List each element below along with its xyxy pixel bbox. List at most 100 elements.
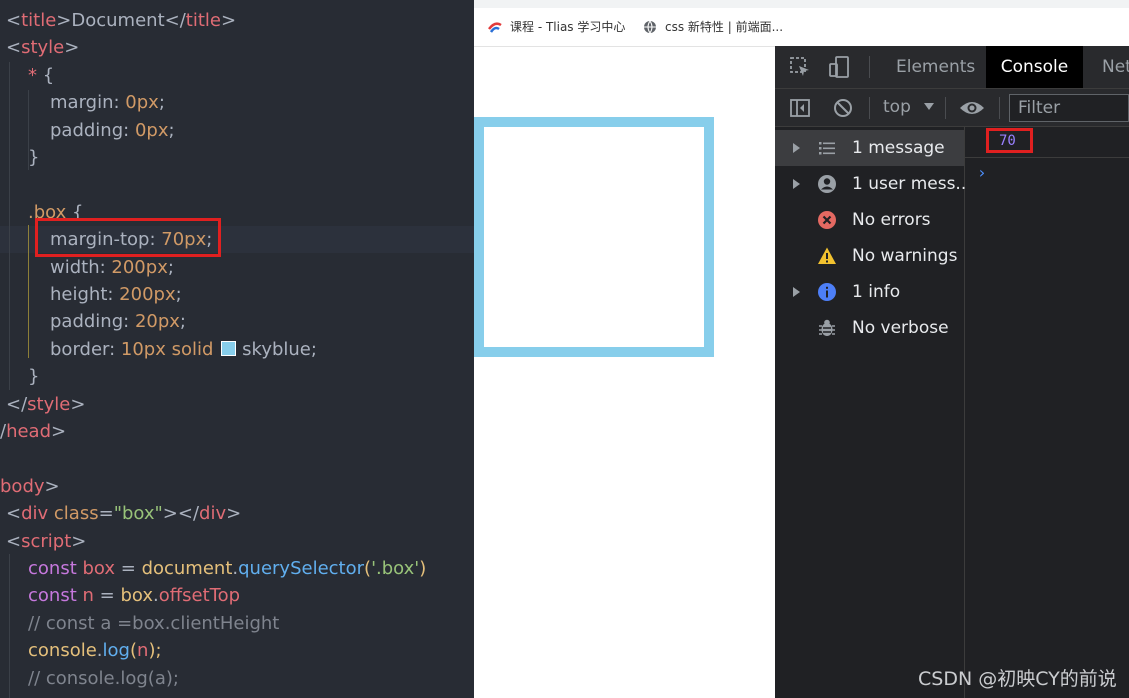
error-icon	[817, 210, 837, 230]
inspect-icon[interactable]	[789, 56, 811, 78]
list-icon	[817, 138, 837, 158]
code-token: <	[6, 530, 22, 552]
code-token: }	[28, 366, 40, 388]
code-line: height: 200px;	[0, 281, 474, 308]
tab-console[interactable]: Console	[986, 46, 1083, 88]
code-line: }	[0, 144, 474, 171]
code-token: ;	[168, 119, 175, 141]
code-token: style	[21, 37, 65, 59]
code-token: ;	[179, 311, 186, 333]
devtools-panel: Elements Console Net top Filter 1 messag…	[775, 46, 1129, 698]
code-line: const box = document.querySelector('.box…	[0, 555, 474, 582]
code-token: (	[129, 640, 138, 662]
sidebar-item-warning[interactable]: No warnings	[775, 238, 964, 274]
device-toggle-icon[interactable]	[827, 55, 851, 79]
code-token: >	[71, 530, 87, 552]
expand-arrow-icon[interactable]	[793, 143, 800, 153]
code-token: >	[64, 37, 80, 59]
sidebar-toggle-icon[interactable]	[789, 97, 811, 119]
code-token: console	[28, 640, 97, 662]
sidebar-item-label: 1 info	[852, 282, 901, 302]
code-token: ></	[162, 503, 200, 525]
code-token: }	[28, 147, 40, 168]
code-token: width:	[50, 256, 112, 278]
sidebar-item-error[interactable]: No errors	[775, 202, 964, 238]
code-token: box	[82, 558, 116, 579]
chevron-down-icon	[924, 103, 935, 110]
code-token: div	[21, 503, 49, 525]
code-token: class	[48, 503, 99, 525]
bookmark-tlias[interactable]: 课程 - Tlias 学习中心	[488, 18, 625, 35]
expand-arrow-icon[interactable]	[793, 287, 800, 297]
code-token: n	[137, 640, 149, 662]
sidebar-item-label: No errors	[852, 210, 931, 230]
code-line: // const a =box.clientHeight	[0, 610, 474, 637]
bookmark-label: css 新特性 | 前端面...	[665, 20, 784, 34]
code-token: const	[28, 585, 83, 607]
code-token: 20px	[134, 311, 180, 333]
sidebar-item-user[interactable]: 1 user mess...	[775, 166, 972, 202]
tlias-icon	[488, 22, 502, 33]
expand-arrow-icon[interactable]	[793, 179, 800, 189]
context-selector[interactable]: top	[883, 89, 935, 126]
code-token: margin:	[50, 92, 126, 114]
code-token: box	[120, 585, 153, 607]
bookmark-css[interactable]: css 新特性 | 前端面...	[643, 18, 783, 35]
color-swatch[interactable]	[221, 340, 237, 356]
code-token: {	[42, 64, 55, 86]
sidebar-item-label: 1 user mess...	[852, 174, 972, 194]
sidebar-item-list[interactable]: 1 message	[775, 130, 964, 166]
code-token: =	[93, 585, 121, 607]
code-token: >	[226, 503, 242, 525]
console-output[interactable]: 70 ›	[965, 127, 1129, 698]
demo-box	[474, 117, 714, 357]
code-token: // console.log(a);	[28, 667, 179, 689]
page-viewport	[474, 47, 775, 698]
code-line: </style>	[0, 391, 474, 418]
code-token: (	[364, 558, 372, 579]
sidebar-item-label: No verbose	[852, 318, 949, 338]
code-line: width: 200px;	[0, 254, 474, 281]
code-line: <div class="box"></div>	[0, 500, 474, 527]
code-token: 0px	[125, 92, 159, 114]
console-toolbar: top Filter	[775, 89, 1129, 127]
watermark: CSDN @初映CY的前说	[918, 668, 1117, 690]
code-token: <	[6, 10, 22, 31]
code-token: height:	[50, 284, 120, 305]
code-token: 10px solid	[120, 338, 220, 360]
devtools-tabbar: Elements Console Net	[775, 46, 1129, 89]
code-token: >	[220, 10, 237, 31]
tab-network[interactable]: Net	[1093, 46, 1129, 88]
sidebar-item-info[interactable]: 1 info	[775, 274, 964, 310]
code-token: >Document</	[56, 10, 186, 31]
code-line: * {	[0, 62, 474, 89]
eye-icon[interactable]	[959, 98, 985, 118]
clear-console-icon[interactable]	[832, 97, 854, 119]
code-token: *	[28, 64, 43, 86]
code-line: border: 10px solid skyblue;	[0, 336, 474, 363]
sidebar-item-bug[interactable]: No verbose	[775, 310, 964, 346]
address-bar[interactable]	[474, 0, 1129, 8]
code-line: /head>	[0, 418, 474, 445]
code-token: </	[6, 393, 28, 415]
code-token: 200px	[119, 284, 176, 305]
code-token: n	[82, 585, 94, 607]
code-editor[interactable]: <title>Document</title> <style> * {margin:…	[0, 0, 474, 698]
highlight-box	[35, 218, 221, 257]
code-token: ;	[158, 92, 165, 114]
divider	[869, 56, 870, 78]
code-token: offsetTop	[158, 585, 241, 607]
console-prompt[interactable]: ›	[977, 163, 987, 182]
filter-input[interactable]: Filter	[1009, 94, 1129, 122]
code-line: padding: 20px;	[0, 308, 474, 335]
code-token: head	[6, 421, 52, 442]
tab-elements[interactable]: Elements	[885, 46, 985, 88]
bookmarks-bar: 课程 - Tlias 学习中心 css 新特性 | 前端面...	[474, 0, 1129, 47]
code-line: <style>	[0, 34, 474, 61]
code-token: 0px	[134, 119, 169, 141]
code-token: 200px	[111, 256, 168, 278]
code-token: <	[6, 37, 22, 59]
code-token: // const a =box.clientHeight	[28, 612, 280, 634]
